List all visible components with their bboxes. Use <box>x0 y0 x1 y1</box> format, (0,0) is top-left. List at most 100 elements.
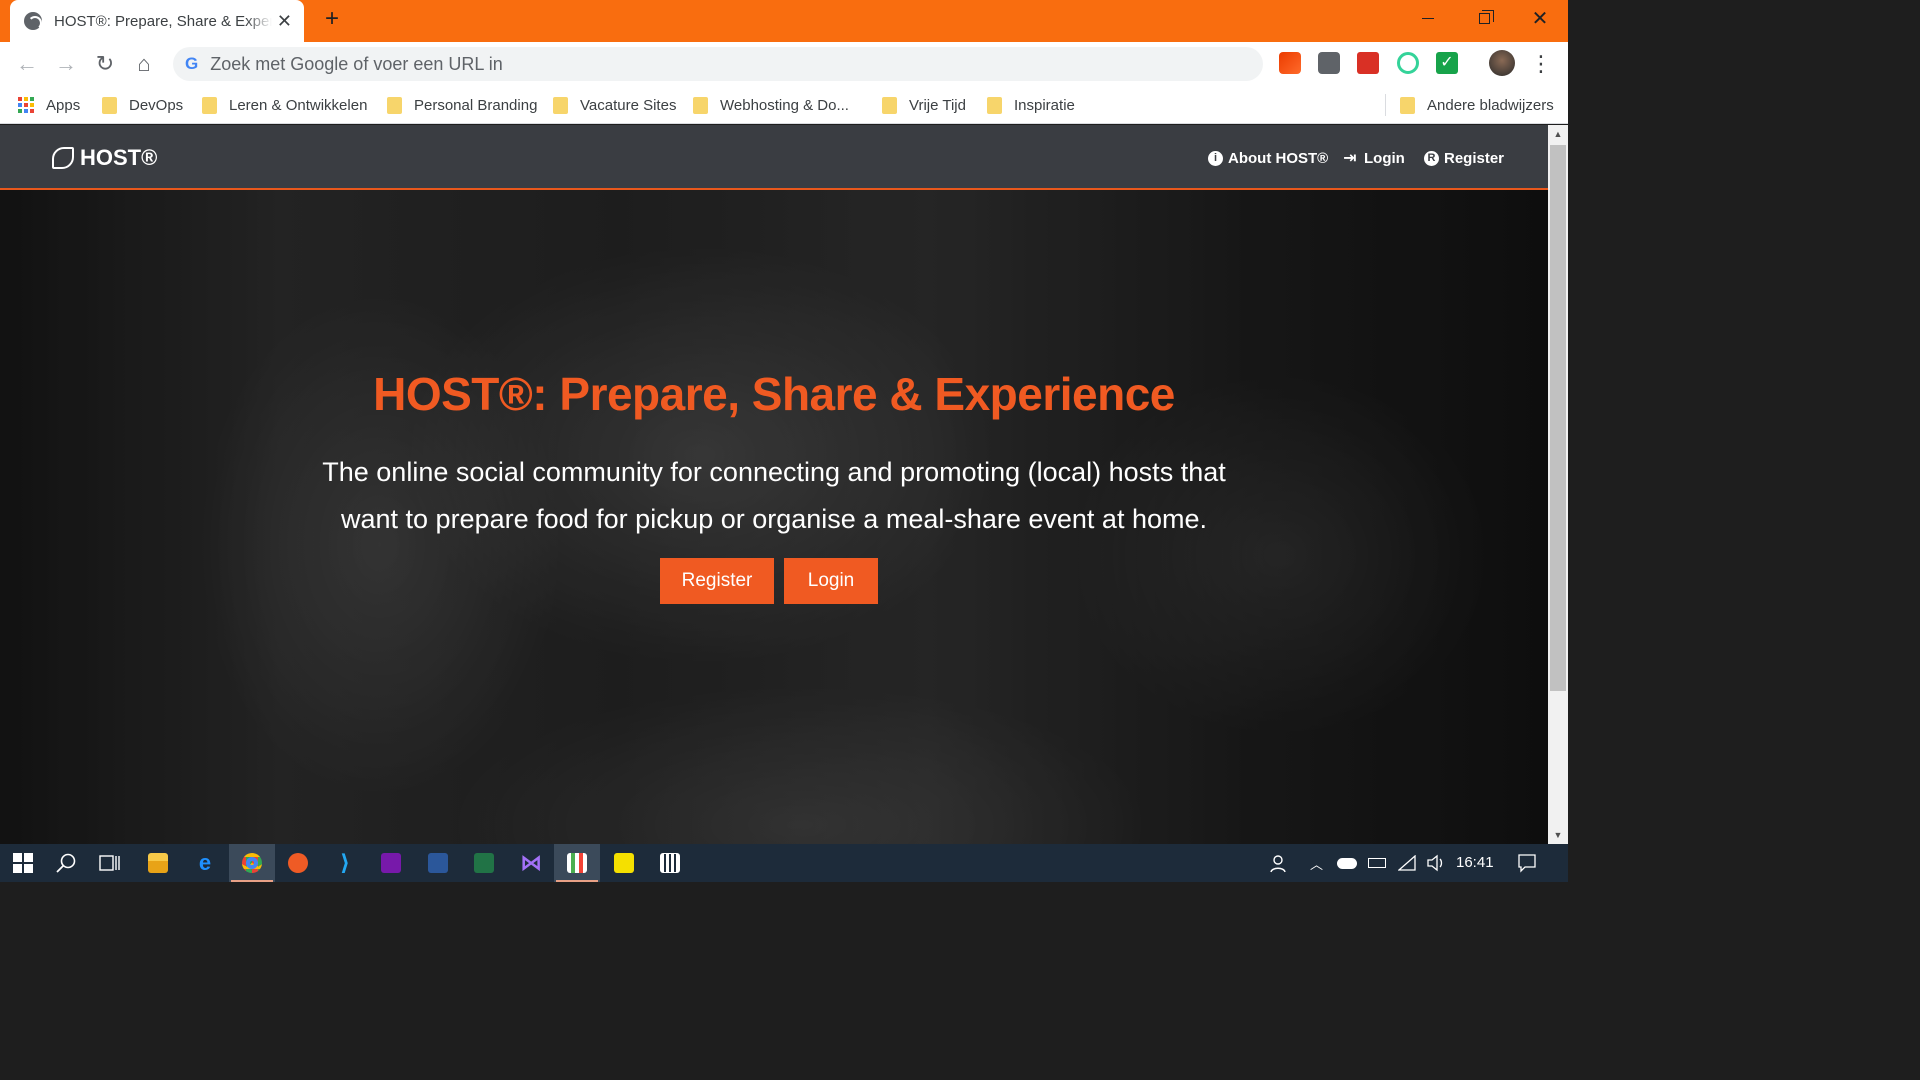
site-logo[interactable]: HOST® <box>52 145 157 171</box>
minimize-window-button[interactable] <box>1400 0 1456 36</box>
wifi-icon[interactable] <box>1398 844 1416 882</box>
nav-register-link[interactable]: R Register <box>1424 147 1504 169</box>
scroll-down-arrow-icon[interactable]: ▼ <box>1548 826 1568 844</box>
browser-menu-button[interactable]: ⋮ <box>1527 50 1555 78</box>
browser-toolbar: ← → ↻ ⌂ G Zoek met Google of voer een UR… <box>0 42 1568 86</box>
edge-icon[interactable]: e <box>182 844 228 882</box>
file-explorer-icon[interactable] <box>135 844 181 882</box>
bookmark-other[interactable]: Andere bladwijzers <box>1400 94 1554 116</box>
charts-app-icon[interactable] <box>554 844 600 882</box>
hero-title: HOST®: Prepare, Share & Experience <box>373 368 1175 420</box>
register-button[interactable]: Register <box>660 558 774 604</box>
folder-icon <box>387 96 402 114</box>
bookmark-apps[interactable]: Apps <box>18 94 80 116</box>
bookmark-folder[interactable]: Vrije Tijd <box>882 94 966 116</box>
start-icon[interactable] <box>0 844 46 882</box>
edge-glyph: e <box>198 850 212 875</box>
new-tab-button[interactable]: + <box>320 7 344 31</box>
site-navbar: HOST® i About HOST® ⇥ Login R Register <box>0 125 1548 190</box>
c-extension-icon[interactable] <box>1318 52 1340 74</box>
bookmarks-divider <box>1385 94 1386 116</box>
bookmark-folder[interactable]: Vacature Sites <box>553 94 676 116</box>
hero-subtitle-line: The online social community for connecti… <box>322 457 1226 487</box>
volume-icon[interactable] <box>1426 844 1446 882</box>
visual-studio-icon[interactable]: ⋈ <box>508 844 554 882</box>
bookmark-label: Vacature Sites <box>580 96 677 114</box>
bookmark-label: Webhosting & Do... <box>720 96 849 114</box>
postman-icon[interactable] <box>275 844 321 882</box>
bookmark-label: Andere bladwijzers <box>1427 96 1554 114</box>
reload-button[interactable]: ↻ <box>91 50 119 78</box>
address-bar-placeholder: Zoek met Google of voer een URL in <box>210 53 503 74</box>
close-window-button[interactable]: ✕ <box>1512 0 1568 36</box>
page-scrollbar[interactable]: ▲ ▼ <box>1548 125 1568 844</box>
excel-glyph <box>474 853 494 873</box>
bookmark-label: Inspiratie <box>1014 96 1075 114</box>
info-icon: i <box>1208 150 1223 166</box>
nav-about-link[interactable]: i About HOST® <box>1208 147 1328 169</box>
tray-expand-icon[interactable]: ︿ <box>1310 844 1323 882</box>
back-button[interactable]: ← <box>13 50 41 78</box>
brand-name: HOST® <box>80 145 158 170</box>
bookmark-folder[interactable]: Webhosting & Do... <box>693 94 849 116</box>
chrome-glyph <box>242 853 262 873</box>
bookmark-folder[interactable]: DevOps <box>102 94 183 116</box>
profile-avatar[interactable] <box>1489 50 1515 76</box>
chrome-icon[interactable] <box>229 844 275 882</box>
battery-glyph <box>1368 858 1386 868</box>
bookmark-folder[interactable]: Leren & Ontwikkelen <box>202 94 367 116</box>
close-tab-icon[interactable]: ✕ <box>277 12 292 30</box>
web-page: HOST® i About HOST® ⇥ Login R Register H… <box>0 125 1548 844</box>
globe-icon <box>24 12 42 30</box>
bookmark-folder[interactable]: Inspiratie <box>987 94 1075 116</box>
calculator-icon[interactable] <box>647 844 693 882</box>
bookmark-folder[interactable]: Personal Branding <box>387 94 537 116</box>
address-bar[interactable]: G Zoek met Google of voer een URL in <box>173 47 1263 81</box>
registered-icon: R <box>1424 150 1439 166</box>
forward-button[interactable]: → <box>52 50 80 78</box>
tab-title: HOST®: Prepare, Share & Experience <box>54 12 272 30</box>
folder-icon <box>693 96 708 114</box>
bookmark-label: Personal Branding <box>414 96 538 114</box>
folder-glyph <box>148 853 168 873</box>
battery-icon[interactable] <box>1368 844 1386 882</box>
vscode-icon[interactable]: ⟩ <box>322 844 368 882</box>
word-icon[interactable] <box>415 844 461 882</box>
browser-tab[interactable]: HOST®: Prepare, Share & Experience ✕ <box>10 0 304 42</box>
puzzle-extension-icon[interactable] <box>1357 52 1379 74</box>
calculator-glyph <box>660 853 680 873</box>
restore-icon <box>1478 9 1494 24</box>
restore-window-button[interactable] <box>1456 0 1512 36</box>
search-icon[interactable] <box>43 844 89 882</box>
checkmark-extension-icon[interactable]: ✓ <box>1436 52 1458 74</box>
bookmarks-bar: Apps DevOps Leren & Ontwikkelen Personal… <box>0 86 1568 124</box>
recorder-extension-icon[interactable] <box>1397 52 1419 74</box>
sticky-notes-glyph <box>614 853 634 873</box>
hero-subtitle-line: want to prepare food for pickup or organ… <box>341 504 1207 534</box>
onenote-icon[interactable] <box>368 844 414 882</box>
scroll-up-arrow-icon[interactable]: ▲ <box>1548 125 1568 143</box>
windows-taskbar: e ⟩ ⋈ ︿ 16:41 <box>0 844 1568 882</box>
action-center-icon[interactable] <box>1517 844 1537 882</box>
nav-register-label: Register <box>1444 149 1505 167</box>
hero-subtitle: The online social community for connecti… <box>310 449 1238 543</box>
excel-icon[interactable] <box>461 844 507 882</box>
home-button[interactable]: ⌂ <box>130 50 158 78</box>
people-icon[interactable] <box>1270 844 1290 882</box>
bookmark-label: DevOps <box>129 96 184 114</box>
scrollbar-thumb[interactable] <box>1550 145 1566 691</box>
folder-icon <box>1400 96 1415 114</box>
onedrive-icon[interactable] <box>1337 844 1357 882</box>
sticky-notes-icon[interactable] <box>601 844 647 882</box>
office-icon[interactable] <box>1279 52 1301 74</box>
bookmark-label: Apps <box>46 96 81 114</box>
folder-icon <box>987 96 1002 114</box>
browser-titlebar: HOST®: Prepare, Share & Experience ✕ + ✕ <box>0 0 1568 42</box>
task-view-icon[interactable] <box>87 844 133 882</box>
folder-icon <box>202 96 217 114</box>
login-button[interactable]: Login <box>784 558 878 604</box>
bookmark-label: Leren & Ontwikkelen <box>229 96 368 114</box>
taskbar-clock[interactable]: 16:41 <box>1456 854 1494 871</box>
minimize-icon <box>1422 17 1434 19</box>
nav-login-link[interactable]: ⇥ Login <box>1341 147 1405 169</box>
